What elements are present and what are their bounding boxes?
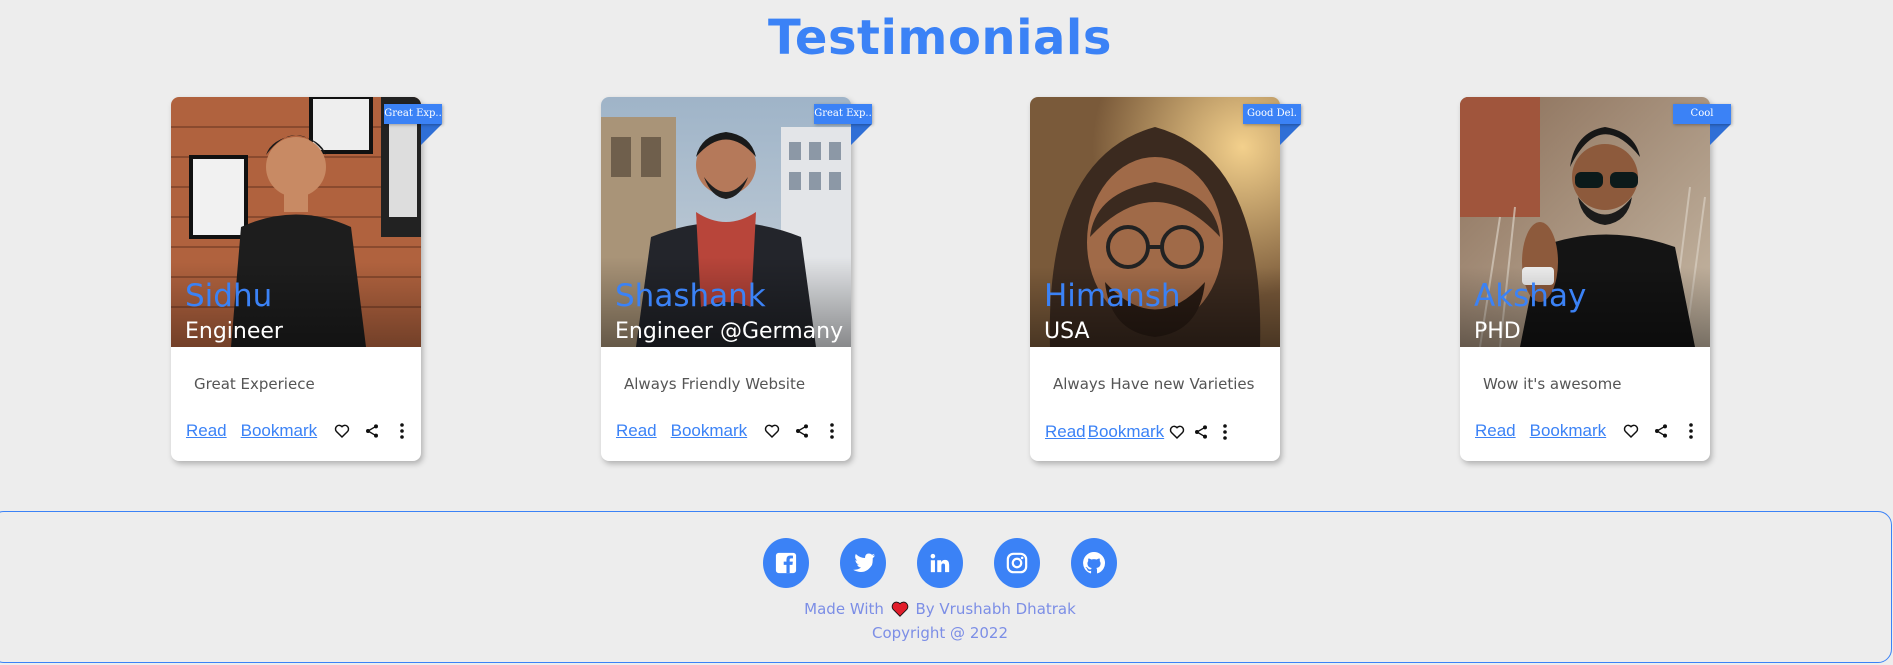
card-quote: Always Friendly Website	[624, 375, 806, 393]
copyright-text: Copyright @ 2022	[871, 624, 1008, 642]
more-options-icon[interactable]	[391, 420, 413, 442]
instagram-icon[interactable]	[994, 538, 1040, 588]
card-badge: Great Exp..	[384, 104, 442, 124]
testimonial-card: Good Del. Himansh USA Always Have new Va…	[1030, 97, 1301, 461]
card-badge: Great Exp..	[814, 104, 872, 124]
heart-icon[interactable]	[1166, 421, 1188, 443]
bookmark-link[interactable]: Bookmark	[241, 421, 318, 441]
heart-icon[interactable]	[761, 420, 783, 442]
github-icon[interactable]	[1071, 538, 1117, 588]
testimonial-card: Great Exp.. Shashank Engineer @Germany A…	[601, 97, 872, 461]
card-name: Shashank	[615, 278, 766, 314]
read-link[interactable]: Read	[186, 421, 227, 441]
card-actions: Read Bookmark	[616, 420, 851, 442]
card-role: Engineer @Germany	[615, 319, 844, 344]
card-name: Himansh	[1044, 278, 1181, 314]
more-options-icon[interactable]	[1680, 420, 1702, 442]
made-with-credit: Made With By Vrushabh Dhatrak	[0, 600, 1880, 621]
card-quote: Always Have new Varieties	[1053, 375, 1255, 393]
share-icon[interactable]	[361, 420, 383, 442]
social-links	[763, 538, 1148, 588]
bookmark-link[interactable]: Bookmark	[1530, 421, 1607, 441]
card-quote: Wow it's awesome	[1483, 375, 1622, 393]
share-icon[interactable]	[791, 420, 813, 442]
heart-icon	[891, 601, 909, 621]
facebook-icon[interactable]	[763, 538, 809, 588]
read-link[interactable]: Read	[616, 421, 657, 441]
twitter-icon[interactable]	[840, 538, 886, 588]
card-name: Sidhu	[185, 278, 273, 314]
heart-icon[interactable]	[1620, 420, 1642, 442]
more-options-icon[interactable]	[821, 420, 843, 442]
made-with-prefix: Made With	[804, 600, 884, 618]
card-quote: Great Experiece	[194, 375, 315, 393]
card-name: Akshay	[1474, 278, 1587, 314]
card-actions: Read Bookmark	[1475, 420, 1710, 442]
page-title: Testimonials	[768, 10, 1112, 66]
more-options-icon[interactable]	[1214, 421, 1236, 443]
heart-icon[interactable]	[331, 420, 353, 442]
badge-fold	[421, 124, 442, 145]
testimonial-card: Cool Akshay PHD Wow it's awesome Read Bo…	[1460, 97, 1731, 461]
badge-fold	[851, 124, 872, 145]
read-link[interactable]: Read	[1475, 421, 1516, 441]
made-with-author: By Vrushabh Dhatrak	[915, 600, 1076, 618]
bookmark-link[interactable]: Bookmark	[671, 421, 748, 441]
card-actions: Read Bookmark	[186, 420, 421, 442]
testimonial-card: Great Exp.. Sidhu Engineer Great Experie…	[171, 97, 442, 461]
share-icon[interactable]	[1650, 420, 1672, 442]
badge-fold	[1280, 124, 1301, 145]
card-role: USA	[1044, 319, 1090, 344]
linkedin-icon[interactable]	[917, 538, 963, 588]
card-badge: Good Del.	[1243, 104, 1301, 124]
bookmark-link[interactable]: Bookmark	[1088, 422, 1165, 442]
read-link[interactable]: Read	[1045, 422, 1086, 442]
card-role: PHD	[1474, 319, 1521, 344]
share-icon[interactable]	[1190, 421, 1212, 443]
badge-fold	[1710, 124, 1731, 145]
card-badge: Cool	[1673, 104, 1731, 124]
card-actions: Read Bookmark	[1045, 421, 1238, 443]
card-role: Engineer	[185, 319, 283, 344]
